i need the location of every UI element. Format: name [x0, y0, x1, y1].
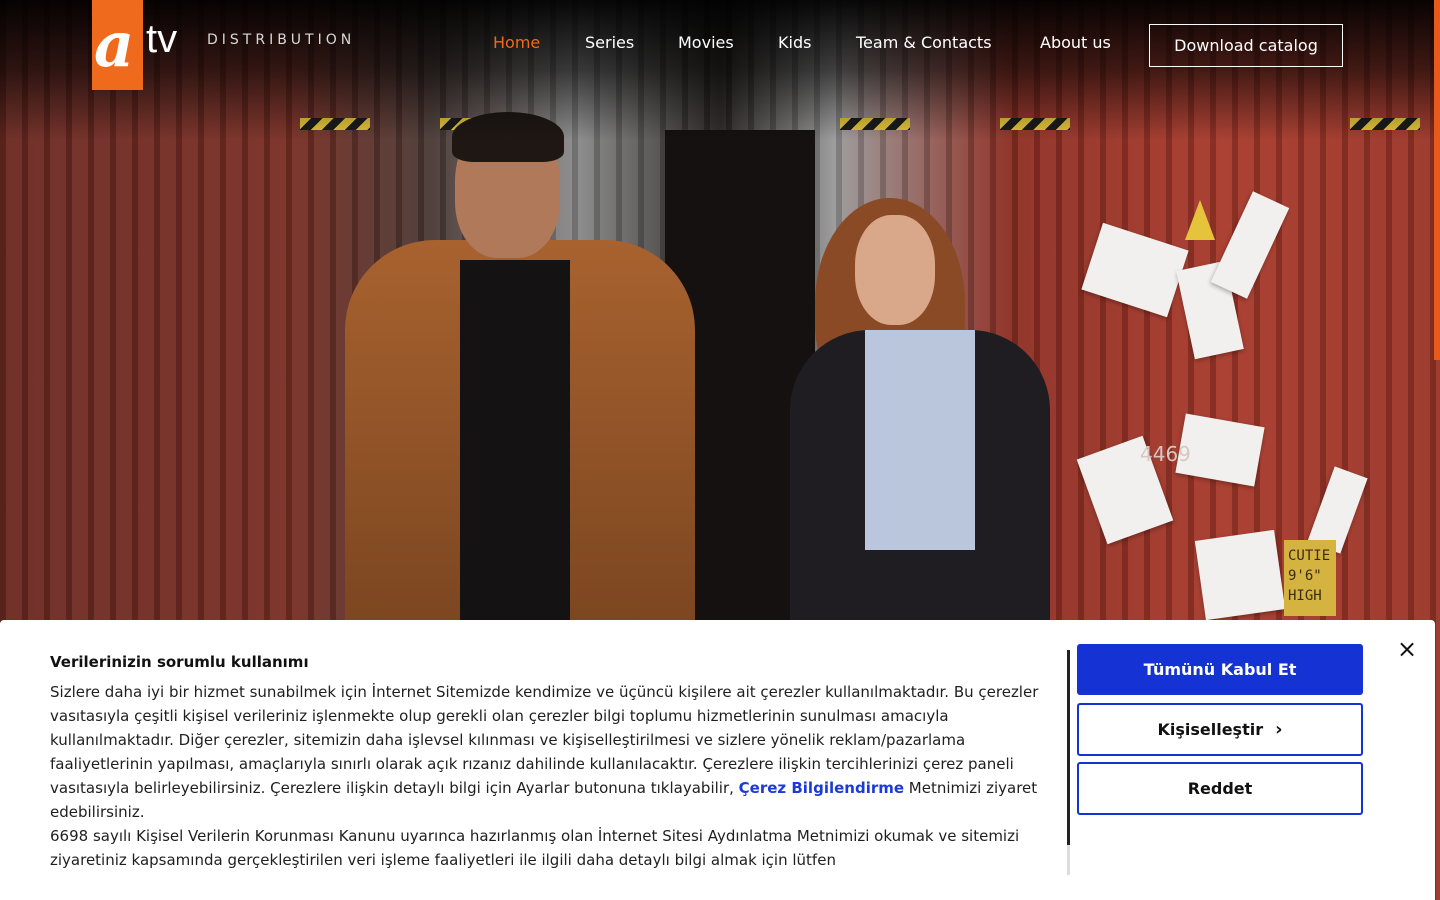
close-icon[interactable]: ×	[1396, 637, 1418, 661]
man-shirt	[460, 260, 570, 640]
logo-tv: tv	[146, 17, 178, 61]
chevron-right-icon: ›	[1275, 719, 1283, 740]
logo-distribution: DISTRIBUTION	[207, 32, 356, 48]
download-catalog-button[interactable]: Download catalog	[1149, 24, 1343, 67]
accept-all-button[interactable]: Tümünü Kabul Et	[1077, 644, 1363, 695]
cookie-paragraph-2: 6698 sayılı Kişisel Verilerin Korunması …	[50, 827, 1020, 869]
cookie-banner: Verilerinizin sorumlu kullanımı Sizlere …	[0, 620, 1435, 900]
reject-button[interactable]: Reddet	[1077, 762, 1363, 815]
flying-paper	[1194, 529, 1286, 621]
nav-kids[interactable]: Kids	[778, 33, 811, 52]
nav-about-us[interactable]: About us	[1040, 33, 1111, 52]
customize-label: Kişiselleştir	[1157, 720, 1264, 739]
nav-movies[interactable]: Movies	[678, 33, 734, 52]
header-gradient	[0, 0, 1440, 140]
woman-shirt	[865, 330, 975, 550]
customize-button[interactable]: Kişiselleştir ›	[1077, 703, 1363, 756]
logo-mark: a	[94, 8, 135, 81]
nav-home[interactable]: Home	[493, 33, 540, 52]
container-label: CUTIE 9'6" HIGH	[1284, 540, 1336, 616]
container-numbers: 4469	[1140, 440, 1191, 468]
cookie-info-link[interactable]: Çerez Bilgilendirme	[739, 779, 904, 797]
nav-team-contacts[interactable]: Team & Contacts	[856, 33, 992, 52]
cookie-scroll-track	[1067, 845, 1070, 875]
cookie-text: Sizlere daha iyi bir hizmet sunabilmek i…	[50, 680, 1050, 872]
page-scrollbar[interactable]	[1434, 0, 1440, 360]
woman-face	[855, 215, 935, 325]
nav-series[interactable]: Series	[585, 33, 634, 52]
cookie-scrollbar[interactable]	[1067, 650, 1070, 845]
cookie-title: Verilerinizin sorumlu kullanımı	[50, 653, 309, 671]
